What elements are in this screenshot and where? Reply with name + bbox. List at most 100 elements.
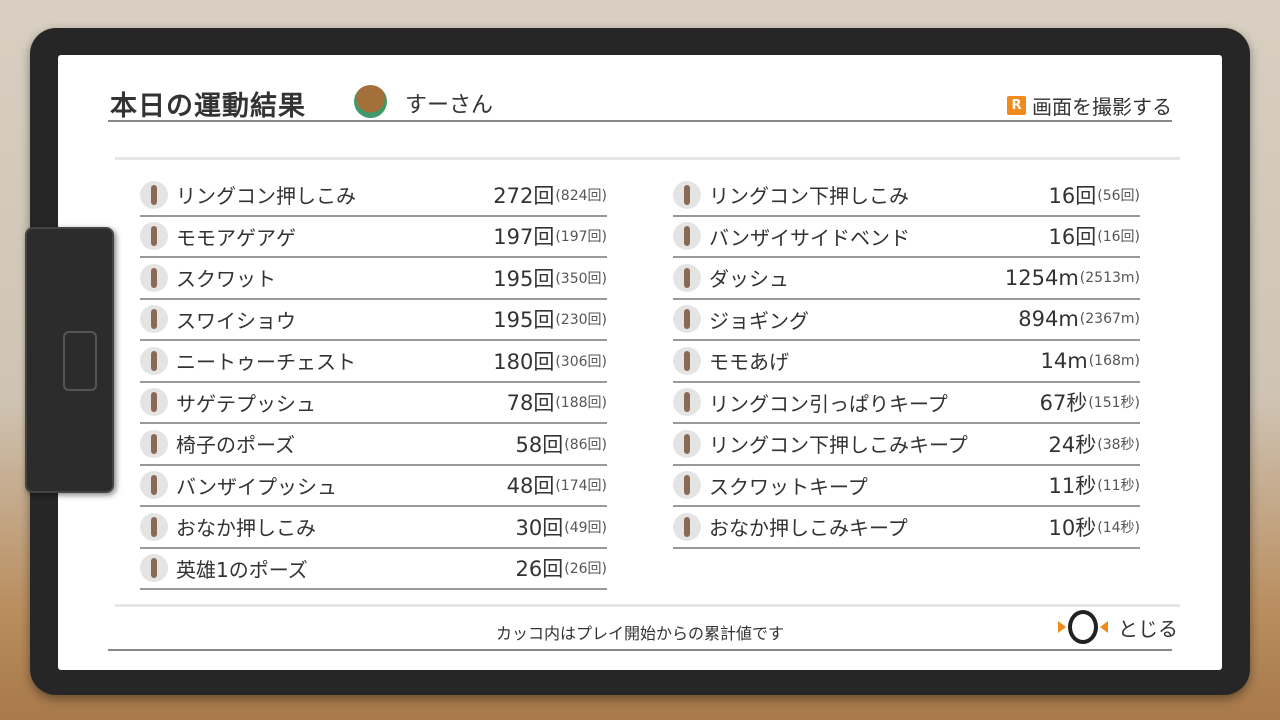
exercise-list-left: リングコン押しこみ 272回 (824回) モモアゲアゲ 197回 (197回)…	[140, 175, 607, 590]
exercise-total: (230回)	[555, 312, 607, 329]
exercise-value: 195回	[493, 308, 555, 333]
exercise-name: ダッシュ	[709, 267, 789, 292]
user-name: すーさん	[405, 93, 494, 118]
exercise-total: (16回)	[1097, 229, 1140, 246]
exercise-row: 英雄1のポーズ 26回 (26回)	[140, 549, 607, 590]
exercise-value: 48回	[506, 474, 555, 499]
exercise-figure-icon	[673, 388, 701, 417]
exercise-row: スクワットキープ 11秒 (11秒)	[673, 466, 1140, 507]
exercise-name: 椅子のポーズ	[176, 433, 295, 458]
exercise-list-right: リングコン下押しこみ 16回 (56回) バンザイサイドベンド 16回 (16回…	[673, 175, 1140, 549]
exercise-row: リングコン押しこみ 272回 (824回)	[140, 175, 607, 217]
exercise-total: (86回)	[564, 436, 607, 453]
exercise-name: サゲテプッシュ	[176, 391, 316, 416]
exercise-total: (197回)	[555, 229, 607, 246]
exercise-figure-icon	[673, 180, 701, 209]
exercise-total: (38秒)	[1097, 436, 1140, 453]
exercise-value: 26回	[515, 557, 564, 582]
exercise-value: 14m	[1040, 348, 1088, 373]
exercise-total: (174回)	[555, 478, 607, 495]
exercise-name: ニートゥーチェスト	[176, 350, 356, 375]
exercise-value: 180回	[493, 349, 555, 374]
exercise-name: ジョギング	[709, 308, 809, 333]
exercise-total: (2513m)	[1079, 269, 1140, 286]
exercise-figure-icon	[673, 512, 701, 541]
exercise-total: (188回)	[555, 395, 607, 412]
page-title: 本日の運動結果	[110, 91, 306, 122]
exercise-total: (824回)	[555, 187, 607, 204]
exercise-figure-icon	[140, 263, 168, 292]
exercise-value: 16回	[1048, 225, 1097, 250]
header-divider	[108, 120, 1172, 122]
exercise-total: (49回)	[564, 519, 607, 536]
exercise-figure-icon	[673, 305, 701, 334]
exercise-total: (151秒)	[1088, 395, 1140, 412]
exercise-value: 16回	[1048, 183, 1097, 208]
exercise-total: (2367m)	[1079, 311, 1140, 328]
exercise-value: 11秒	[1048, 474, 1097, 499]
exercise-row: ジョギング 894m (2367m)	[673, 300, 1140, 341]
close-button[interactable]: とじる	[1058, 610, 1178, 644]
exercise-figure-icon	[140, 305, 168, 334]
exercise-figure-icon	[140, 554, 168, 583]
exercise-name: スクワット	[176, 267, 276, 292]
exercise-total: (14秒)	[1097, 519, 1140, 536]
exercise-name: 英雄1のポーズ	[176, 557, 308, 582]
screenshot-label: 画面を撮影する	[1032, 95, 1172, 119]
exercise-total: (350回)	[555, 270, 607, 287]
exercise-row: モモアゲアゲ 197回 (197回)	[140, 217, 607, 258]
exercise-figure-icon	[140, 512, 168, 541]
exercise-value: 894m	[1018, 307, 1079, 332]
exercise-figure-icon	[140, 388, 168, 417]
exercise-name: リングコン引っぱりキープ	[709, 391, 948, 416]
exercise-row: モモあげ 14m (168m)	[673, 341, 1140, 383]
exercise-figure-icon	[673, 222, 701, 251]
exercise-figure-icon	[673, 429, 701, 458]
exercise-total: (306回)	[555, 353, 607, 370]
exercise-name: モモアゲアゲ	[176, 225, 296, 250]
exercise-total: (56回)	[1097, 187, 1140, 204]
exercise-value: 78回	[506, 391, 555, 416]
exercise-name: おなか押しこみ	[176, 516, 316, 541]
clipboard-clip	[25, 227, 114, 493]
avatar	[354, 85, 387, 118]
exercise-name: リングコン押しこみ	[176, 184, 356, 209]
exercise-row: バンザイプッシュ 48回 (174回)	[140, 466, 607, 507]
exercise-figure-icon	[673, 471, 701, 500]
close-label: とじる	[1118, 616, 1178, 641]
exercise-value: 272回	[493, 183, 555, 208]
exercise-row: おなか押しこみキープ 10秒 (14秒)	[673, 507, 1140, 549]
exercise-total: (168m)	[1088, 352, 1140, 369]
exercise-row: リングコン下押しこみキープ 24秒 (38秒)	[673, 424, 1140, 466]
exercise-row: 椅子のポーズ 58回 (86回)	[140, 424, 607, 466]
screenshot-button[interactable]: R 画面を撮影する	[1007, 91, 1172, 120]
ring-con-icon	[1058, 610, 1108, 644]
exercise-value: 1254m	[1004, 265, 1079, 290]
exercise-row: リングコン下押しこみ 16回 (56回)	[673, 175, 1140, 217]
exercise-row: ニートゥーチェスト 180回 (306回)	[140, 341, 607, 383]
exercise-figure-icon	[140, 471, 168, 500]
top-divider	[115, 157, 1180, 160]
exercise-value: 58回	[515, 432, 564, 457]
exercise-name: バンザイサイドベンド	[709, 225, 910, 250]
exercise-name: リングコン下押しこみ	[709, 184, 909, 209]
exercise-figure-icon	[140, 346, 168, 375]
exercise-total: (26回)	[564, 561, 607, 578]
exercise-value: 67秒	[1039, 391, 1088, 416]
exercise-value: 197回	[493, 225, 555, 250]
bottom-divider	[115, 604, 1180, 607]
exercise-name: リングコン下押しこみキープ	[709, 433, 968, 458]
exercise-figure-icon	[140, 429, 168, 458]
exercise-figure-icon	[140, 222, 168, 251]
footer-divider	[108, 649, 1172, 651]
exercise-total: (11秒)	[1097, 478, 1140, 495]
exercise-value: 30回	[515, 515, 564, 540]
exercise-row: おなか押しこみ 30回 (49回)	[140, 507, 607, 549]
exercise-row: スクワット 195回 (350回)	[140, 258, 607, 300]
exercise-figure-icon	[673, 346, 701, 375]
exercise-row: バンザイサイドベンド 16回 (16回)	[673, 217, 1140, 258]
exercise-figure-icon	[140, 180, 168, 209]
exercise-name: スクワットキープ	[709, 474, 868, 499]
exercise-name: モモあげ	[709, 350, 789, 375]
exercise-row: スワイショウ 195回 (230回)	[140, 300, 607, 341]
